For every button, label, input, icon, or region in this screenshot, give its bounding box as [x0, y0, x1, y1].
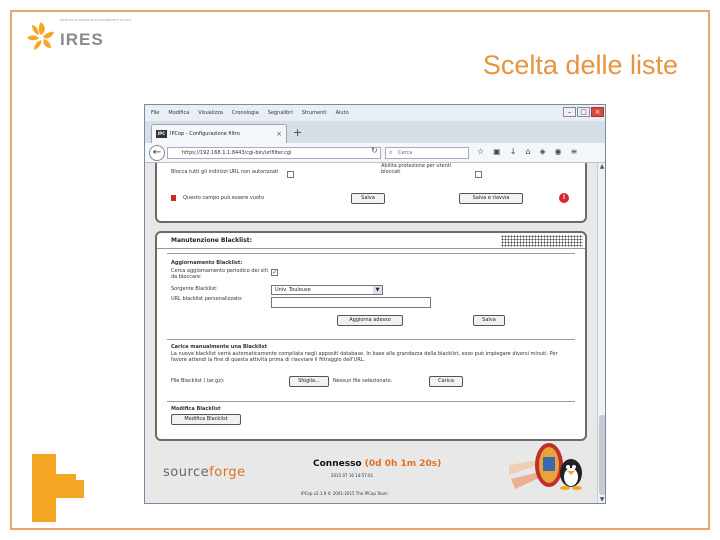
menu-bar: File Modifica Visualizza Cronologia Segn…	[145, 105, 605, 121]
block-all-label: Blocca tutti gli indirizzi URL non autor…	[171, 169, 279, 175]
sourceforge-source: source	[163, 465, 210, 480]
menu-strumenti[interactable]: Strumenti	[302, 110, 327, 116]
scroll-down-icon[interactable]: ▼	[598, 496, 605, 503]
tab-bar: IPC IPCop - Configurazione filtro × +	[145, 121, 605, 143]
bookmark-star-icon[interactable]: ☆	[477, 147, 484, 156]
help-icon[interactable]: !	[559, 193, 569, 203]
search-input[interactable]: ⌕ Cerca	[385, 147, 469, 159]
save-blacklist-button[interactable]: Salva	[473, 315, 505, 326]
edit-section-title: Modifica Blacklist	[171, 406, 221, 412]
menu-file[interactable]: File	[151, 110, 159, 116]
ipcop-favicon-icon: IPC	[156, 130, 167, 138]
source-select[interactable]: Univ. Toulouse ▼	[271, 285, 383, 295]
back-arrow-icon[interactable]: ←	[149, 145, 165, 161]
reload-icon[interactable]: ↻	[371, 146, 378, 155]
protection-label: Abilita protezione per utenti bloccati	[381, 163, 452, 175]
search-placeholder: Cerca	[398, 150, 413, 156]
block-all-checkbox[interactable]	[287, 171, 294, 178]
close-icon[interactable]: ×	[591, 107, 604, 117]
edit-section: Modifica Blacklist Modifica Blacklist	[167, 401, 575, 431]
scroll-thumb[interactable]	[599, 415, 605, 495]
menu-segnalibri[interactable]: Segnalibri	[268, 110, 293, 116]
tab-ipcop[interactable]: IPC IPCop - Configurazione filtro ×	[151, 124, 287, 143]
status-time: (0d 0h 1m 20s)	[364, 459, 442, 469]
custom-url-input[interactable]	[271, 297, 431, 308]
copyright-text: IPCop v2.1.9 © 2001-2015 The IPCop Team	[301, 491, 388, 496]
update-section-title: Aggiornamento Blacklist:	[171, 260, 243, 266]
url-text: https://192.168.1.1:8443/cgi-bin/urlfilt…	[182, 150, 292, 156]
protection-checkbox[interactable]	[475, 171, 482, 178]
ipcop-mascot-icon	[509, 443, 582, 490]
custom-url-label: URL blacklist personalizzato:	[171, 296, 243, 302]
logo-small-text: ISTITUTO DI RICERCHE ECONOMICHE E SOCIAL…	[60, 18, 132, 22]
browser-window: File Modifica Visualizza Cronologia Segn…	[144, 104, 606, 504]
slide-title: Scelta delle liste	[482, 50, 678, 80]
navigation-bar: ← https://192.168.1.1:8443/cgi-bin/urlfi…	[145, 143, 605, 163]
dotted-pattern	[501, 235, 583, 247]
decorative-blocks	[28, 454, 88, 524]
vertical-scrollbar[interactable]: ▲ ▼	[597, 163, 605, 503]
reading-list-icon[interactable]: ▣	[493, 147, 501, 156]
url-input[interactable]: https://192.168.1.1:8443/cgi-bin/urlfilt…	[167, 147, 381, 159]
menu-aiuto[interactable]: Aiuto	[336, 110, 349, 116]
page-viewport: Blocca tutti gli indirizzi URL non autor…	[145, 163, 597, 503]
update-now-button[interactable]: Aggiorna adesso	[337, 315, 403, 326]
menu-modifica[interactable]: Modifica	[168, 110, 189, 116]
scroll-up-icon[interactable]: ▲	[598, 163, 605, 171]
manual-section-title: Carica manualmente una Blacklist	[171, 344, 267, 350]
update-section: Aggiornamento Blacklist: Cerca aggiornam…	[167, 253, 575, 333]
search-icon: ⌕	[389, 149, 393, 156]
auto-update-checkbox[interactable]	[271, 268, 278, 276]
addon-icon[interactable]: ◉	[555, 147, 562, 156]
new-tab-icon[interactable]: +	[293, 126, 302, 139]
tab-title: IPCop - Configurazione filtro	[170, 131, 240, 137]
source-value: Univ. Toulouse	[275, 287, 311, 293]
save-restart-button[interactable]: Salva e riavvia	[459, 193, 523, 204]
status-timestamp: 2015 07 16 14:57:01	[331, 473, 374, 478]
filter-settings-panel: Blocca tutti gli indirizzi URL non autor…	[155, 163, 587, 223]
download-icon[interactable]: ↓	[510, 147, 517, 156]
manual-upload-section: Carica manualmente una Blacklist La nuov…	[167, 339, 575, 399]
save-button[interactable]: Salva	[351, 193, 385, 204]
required-marker-icon	[171, 195, 176, 201]
pocket-icon[interactable]: ◈	[540, 147, 546, 156]
sun-logo-icon	[27, 22, 54, 50]
menu-cronologia[interactable]: Cronologia	[232, 110, 259, 116]
browse-button[interactable]: Sfoglia...	[289, 376, 329, 387]
blacklist-maintenance-panel: Manutenzione Blacklist: Aggiornamento Bl…	[155, 231, 587, 441]
home-icon[interactable]: ⌂	[525, 147, 530, 156]
file-label: File Blacklist (.tar.gz):	[171, 378, 225, 384]
tab-close-icon[interactable]: ×	[276, 130, 282, 138]
edit-blacklist-button[interactable]: Modifica Blacklist	[171, 414, 241, 425]
chevron-down-icon: ▼	[373, 286, 382, 294]
hamburger-menu-icon[interactable]: ≡	[571, 147, 578, 156]
manual-description: La nuova blacklist verrà automaticamente…	[171, 351, 558, 363]
source-label: Sorgente Blacklist:	[171, 286, 218, 292]
logo-brand: IRES	[60, 30, 104, 49]
connection-status: Connesso (0d 0h 1m 20s)	[313, 459, 441, 469]
toolbar-icons: ☆ ▣ ↓ ⌂ ◈ ◉ ≡	[477, 147, 577, 156]
upload-button[interactable]: Carica	[429, 376, 463, 387]
sourceforge-forge: forge	[209, 465, 246, 480]
auto-update-label: Cerca aggiornamento periodico dei siti d…	[171, 268, 268, 280]
menu-visualizza[interactable]: Visualizza	[198, 110, 223, 116]
maximize-icon[interactable]: □	[577, 107, 590, 117]
minimize-icon[interactable]: –	[563, 107, 576, 117]
status-prefix: Connesso	[313, 459, 362, 469]
empty-field-note: Questo campo può essere vuoto	[183, 195, 265, 201]
ires-logo: ISTITUTO DI RICERCHE ECONOMICHE E SOCIAL…	[24, 16, 131, 60]
sourceforge-logo[interactable]: sourceforge	[163, 465, 246, 480]
no-file-label: Nessun file selezionato.	[333, 378, 393, 384]
